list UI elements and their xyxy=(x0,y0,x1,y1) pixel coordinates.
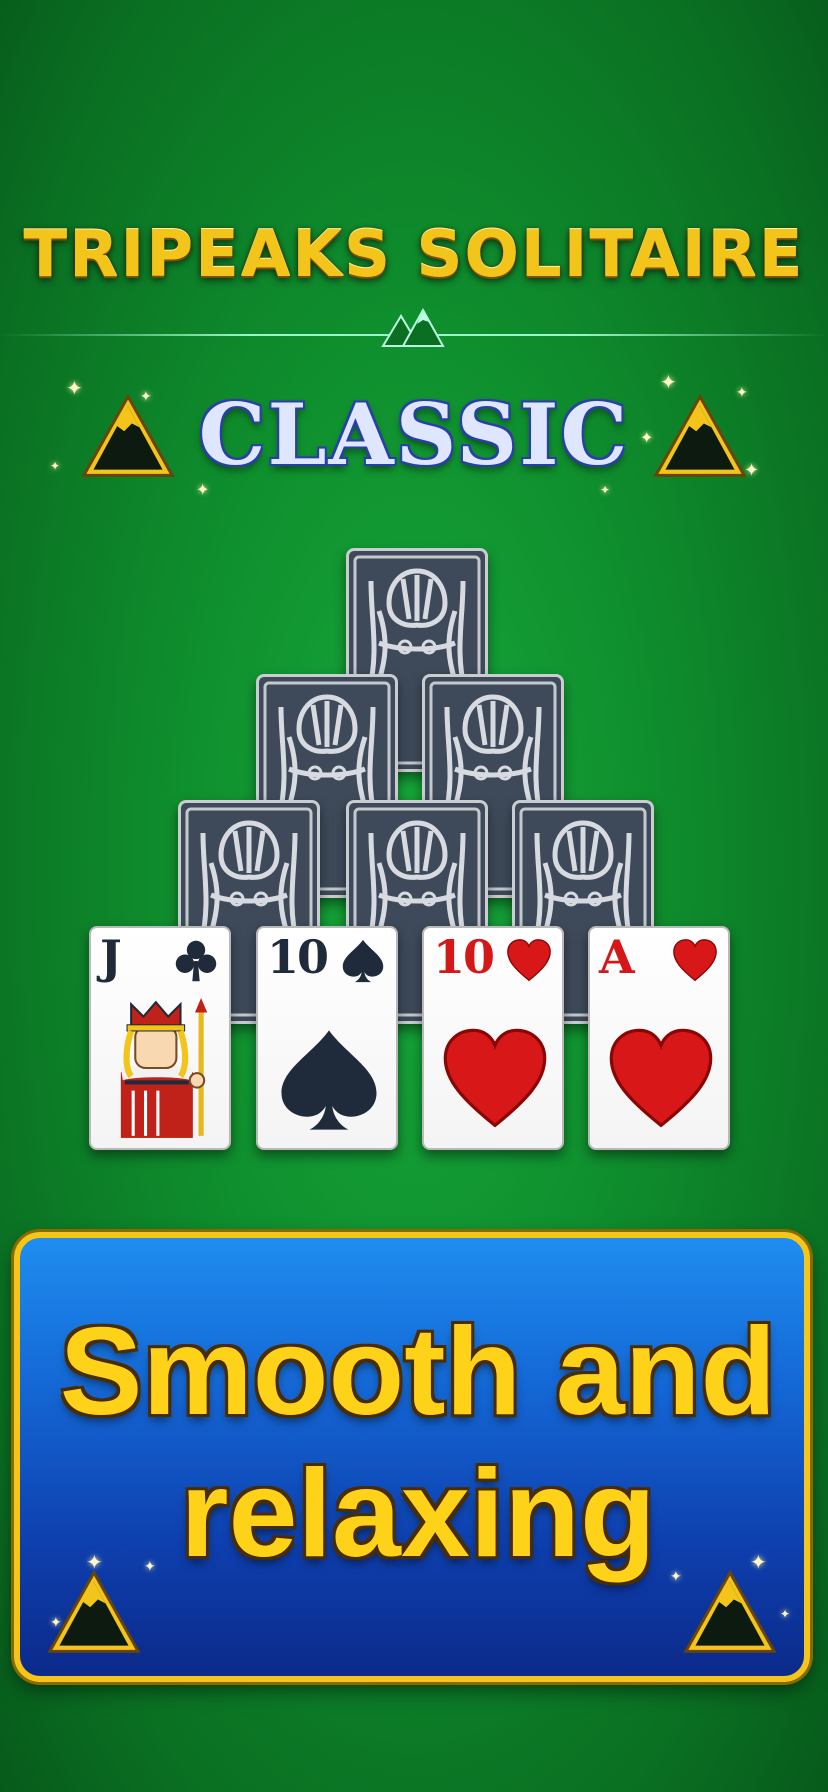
card-rank: J xyxy=(100,930,122,984)
banner-line-2: relaxing xyxy=(180,1445,656,1583)
sparkle-icon: ✦ xyxy=(50,459,61,473)
jack-portrait-icon xyxy=(120,998,208,1138)
promo-banner: Smooth and relaxing ✦ ✦ ✦ ✦ ✦ ✦ xyxy=(14,1232,810,1682)
heart-icon xyxy=(506,938,552,984)
left-mountain-icon xyxy=(46,1568,142,1656)
sparkle-icon: ✦ xyxy=(670,1569,682,1585)
sparkle-icon: ✦ xyxy=(50,1615,62,1631)
card-ten-of-hearts[interactable]: 10 xyxy=(422,926,564,1150)
sparkle-icon: ✦ xyxy=(144,1559,156,1575)
sparkle-icon: ✦ xyxy=(640,428,654,447)
spade-icon xyxy=(340,938,386,984)
card-rank: 10 xyxy=(433,930,495,984)
sparkle-icon: ✦ xyxy=(196,480,210,499)
sparkle-icon: ✦ xyxy=(744,460,760,481)
card-ten-of-spades[interactable]: 10 xyxy=(256,926,398,1150)
sparkle-icon: ✦ xyxy=(600,483,611,497)
sparkle-icon: ✦ xyxy=(780,1607,791,1621)
card-rank: A xyxy=(599,930,635,984)
card-ace-of-hearts[interactable]: A xyxy=(588,926,730,1150)
card-jack-of-clubs[interactable]: J xyxy=(89,926,231,1150)
heart-icon xyxy=(607,1026,715,1134)
sparkle-icon: ✦ xyxy=(660,370,677,394)
sparkle-icon: ✦ xyxy=(140,389,152,405)
sparkle-icon: ✦ xyxy=(86,1550,103,1574)
sparkle-icon: ✦ xyxy=(736,385,748,401)
game-title: TRIPEAKS SOLITAIRE xyxy=(23,218,805,292)
spade-icon xyxy=(275,1026,383,1134)
club-icon xyxy=(173,938,219,984)
heart-icon xyxy=(441,1026,549,1134)
divider-mountain-icon xyxy=(381,307,445,347)
sparkle-icon: ✦ xyxy=(750,1550,767,1574)
sparkle-icon: ✦ xyxy=(66,376,83,400)
card-rank: 10 xyxy=(267,930,329,984)
banner-line-1: Smooth and xyxy=(59,1303,777,1441)
right-mountain-icon xyxy=(682,1568,778,1656)
heart-icon xyxy=(672,938,718,984)
right-mountain-icon xyxy=(652,392,748,480)
